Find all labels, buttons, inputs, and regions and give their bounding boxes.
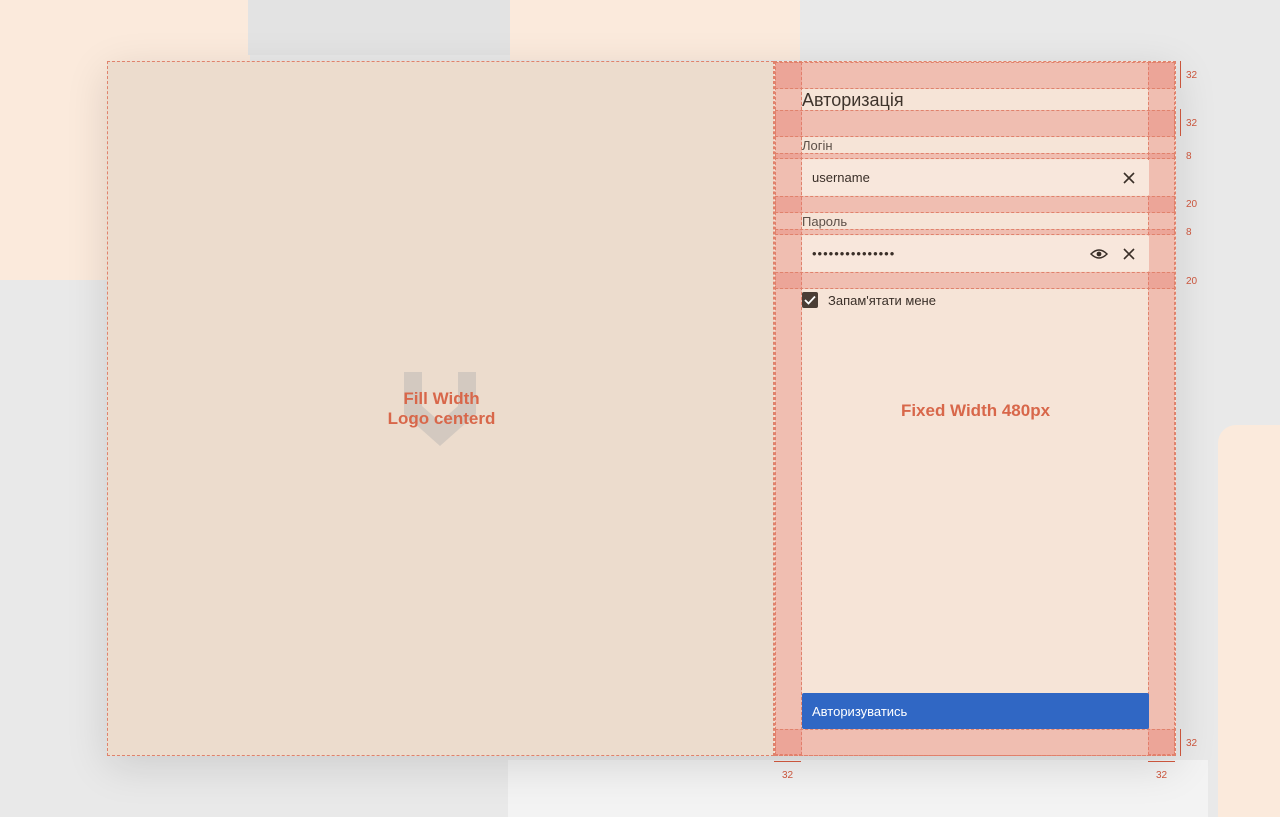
dimension-tick [1148, 761, 1175, 762]
login-form-panel: Авторизація Логін username Пароль ••••••… [774, 61, 1176, 756]
dimension-label: 8 [1186, 151, 1192, 162]
padding-bottom-overlay [775, 729, 1175, 756]
clear-icon[interactable] [1119, 168, 1139, 188]
gap-overlay [775, 110, 1175, 137]
dimension-label: 20 [1186, 276, 1198, 287]
background-shape [248, 0, 510, 55]
login-screen-frame: Fill Width Logo centerd Авторизація Логі… [107, 61, 1176, 756]
dimension-label: 32 [1186, 738, 1198, 749]
left-panel-annotation: Fill Width Logo centerd [108, 389, 775, 429]
form-panel-annotation: Fixed Width 480px [900, 401, 1051, 420]
padding-left-overlay [775, 62, 802, 755]
password-input[interactable]: ••••••••••••••• [802, 236, 1149, 271]
dimension-tick [1180, 109, 1181, 136]
dimension-tick [774, 761, 801, 762]
gap-overlay [775, 272, 1175, 289]
background-shape [510, 0, 800, 60]
annotation-line: Logo centerd [387, 409, 496, 428]
gap-overlay [775, 229, 1175, 235]
background-shape [1218, 425, 1280, 817]
dimension-label: 32 [1186, 70, 1198, 81]
remember-me-checkbox[interactable] [802, 292, 818, 308]
gap-overlay [775, 153, 1175, 159]
login-label: Логін [802, 138, 833, 153]
remember-me-row[interactable]: Запам'ятати мене [802, 292, 936, 308]
dimension-label: 32 [1156, 770, 1168, 781]
clear-icon[interactable] [1119, 244, 1139, 264]
password-input-value: ••••••••••••••• [812, 246, 896, 261]
login-input-value: username [812, 170, 870, 185]
form-title: Авторизація [802, 90, 904, 110]
padding-top-overlay [775, 62, 1175, 89]
password-label: Пароль [802, 214, 848, 229]
padding-right-overlay [1148, 62, 1175, 755]
dimension-tick [1180, 729, 1181, 756]
login-submit-button[interactable]: Авторизуватись [802, 693, 1149, 729]
check-icon [804, 295, 816, 305]
background-shape [508, 760, 1208, 817]
dimension-label: 32 [1186, 118, 1198, 129]
remember-me-label: Запам'ятати мене [828, 292, 936, 308]
login-input[interactable]: username [802, 160, 1149, 195]
annotation-line: Fill Width [403, 389, 480, 408]
dimension-label: 8 [1186, 227, 1192, 238]
left-logo-panel: Fill Width Logo centerd [107, 61, 774, 756]
eye-icon[interactable] [1089, 244, 1109, 264]
dimension-label: 32 [782, 770, 794, 781]
dimension-tick [1180, 61, 1181, 88]
dimension-label: 20 [1186, 199, 1198, 210]
gap-overlay [775, 196, 1175, 213]
